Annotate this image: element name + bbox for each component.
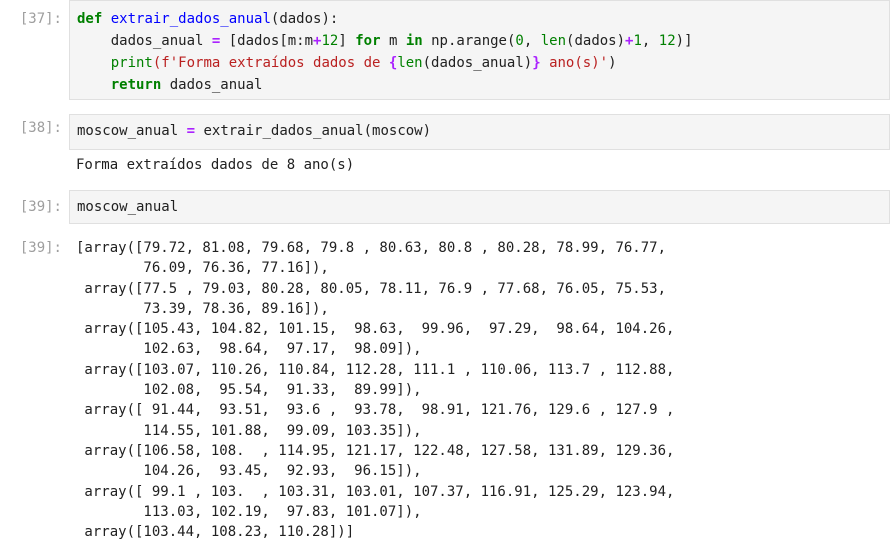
code-input-39[interactable]: moscow_anual [69, 190, 890, 224]
output-line: 104.26, 93.45, 92.93, 96.15]), [76, 463, 422, 480]
input-prompt-38: [38]: [19, 120, 62, 136]
notebook-cell-39[interactable]: [39]: moscow_anual [0, 186, 890, 236]
output-text: Forma extraídos dados de 8 ano(s) [76, 157, 355, 173]
code-line: print(f'Forma extraídos dados de {len(da… [110, 55, 617, 71]
output-line: array([103.44, 108.23, 110.28])] [76, 524, 355, 541]
code-input-38[interactable]: moscow_anual = extrair_dados_anual(mosco… [69, 114, 890, 150]
output-line: [array([79.72, 81.08, 79.68, 79.8 , 80.6… [76, 240, 667, 256]
notebook-output-39: [39]: [array([79.72, 81.08, 79.68, 79.8 … [0, 236, 890, 546]
code-line: dados_anual = [dados[m:m+12] for m in np… [110, 33, 693, 49]
output-line: 73.39, 78.36, 89.16]), [76, 300, 329, 317]
output-39: [array([79.72, 81.08, 79.68, 79.8 , 80.6… [76, 238, 674, 542]
output-line: 114.55, 101.88, 99.09, 103.35]), [76, 422, 422, 439]
output-line: array([105.43, 104.82, 101.15, 98.63, 99… [76, 321, 675, 338]
output-line: 113.03, 102.19, 97.83, 101.07]), [76, 503, 422, 520]
output-line: 102.63, 98.64, 97.17, 98.09]), [76, 341, 422, 358]
output-line: 102.08, 95.54, 91.33, 89.99]), [76, 382, 422, 399]
output-line: array([ 91.44, 93.51, 93.6 , 93.78, 98.9… [76, 402, 675, 419]
output-line: array([106.58, 108. , 114.95, 121.17, 12… [76, 442, 675, 459]
notebook-cell-38[interactable]: [38]: moscow_anual = extrair_dados_anual… [0, 104, 890, 186]
input-prompt-37: [37]: [19, 11, 62, 27]
output-line: array([77.5 , 79.03, 80.28, 80.05, 78.11… [76, 280, 667, 297]
output-line: array([ 99.1 , 103. , 103.31, 103.01, 10… [76, 483, 675, 500]
output-38: Forma extraídos dados de 8 ano(s) [76, 155, 354, 175]
output-line: 76.09, 76.36, 77.16]), [76, 260, 329, 277]
code-line: def extrair_dados_anual(dados): [77, 11, 339, 27]
input-prompt-39: [39]: [19, 199, 62, 215]
code-line: return dados_anual [110, 77, 263, 93]
code-line: moscow_anual [77, 199, 179, 215]
output-line: array([103.07, 110.26, 110.84, 112.28, 1… [76, 361, 675, 378]
code-line: moscow_anual = extrair_dados_anual(mosco… [77, 123, 432, 139]
code-input-37[interactable]: def extrair_dados_anual(dados): dados_an… [69, 0, 890, 100]
notebook-cell-37[interactable]: [37]: def extrair_dados_anual(dados): da… [0, 0, 890, 104]
output-prompt-39: [39]: [19, 240, 62, 256]
